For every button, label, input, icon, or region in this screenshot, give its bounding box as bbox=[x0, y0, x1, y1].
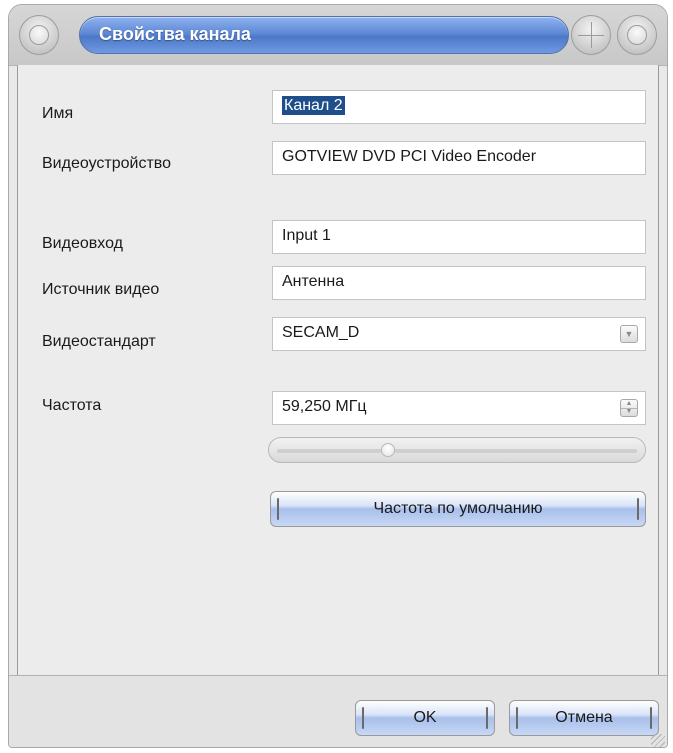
default-frequency-button[interactable]: Частота по умолчанию bbox=[270, 491, 646, 527]
name-label: Имя bbox=[42, 105, 74, 122]
dialog-body: Имя Канал 2 Видеоустройство GOTVIEW DVD … bbox=[17, 65, 659, 675]
frequency-label: Частота bbox=[42, 397, 102, 414]
video-standard-select[interactable]: SECAM_D ▼ bbox=[272, 317, 646, 351]
button-bar: OK Отмена bbox=[9, 675, 667, 747]
resize-grip-icon[interactable] bbox=[651, 734, 665, 747]
close-button[interactable] bbox=[617, 15, 657, 55]
slider-track bbox=[277, 449, 637, 453]
window-menu-icon bbox=[29, 25, 49, 45]
chevron-down-icon[interactable]: ▼ bbox=[621, 408, 637, 416]
window-menu-button[interactable] bbox=[19, 15, 59, 55]
dropdown-button[interactable]: ▼ bbox=[620, 325, 638, 343]
close-icon bbox=[627, 25, 647, 45]
slider-knob[interactable] bbox=[380, 443, 395, 457]
frequency-stepper[interactable]: ▲ ▼ bbox=[620, 399, 638, 417]
video-standard-value: SECAM_D bbox=[282, 324, 360, 341]
video-input-field[interactable]: Input 1 bbox=[272, 220, 646, 254]
chevron-down-icon: ▼ bbox=[624, 329, 634, 339]
frequency-value: 59,250 МГц bbox=[282, 398, 367, 415]
video-source-label: Источник видео bbox=[42, 281, 160, 298]
video-input-label: Видеовход bbox=[42, 235, 123, 252]
channel-properties-dialog: Свойства канала Имя Канал 2 Видеоустройс… bbox=[8, 4, 668, 748]
video-source-field[interactable]: Антенна bbox=[272, 266, 646, 300]
name-field-value: Канал 2 bbox=[282, 96, 345, 115]
ok-button[interactable]: OK bbox=[355, 700, 495, 736]
device-field[interactable]: GOTVIEW DVD PCI Video Encoder bbox=[272, 141, 646, 175]
video-standard-label: Видеостандарт bbox=[42, 333, 156, 350]
frequency-slider[interactable] bbox=[268, 437, 646, 463]
device-label: Видеоустройство bbox=[42, 155, 171, 172]
window-title: Свойства канала bbox=[99, 24, 251, 44]
cancel-button[interactable]: Отмена bbox=[509, 700, 659, 736]
move-button[interactable] bbox=[571, 15, 611, 55]
name-field[interactable]: Канал 2 bbox=[272, 90, 646, 124]
title-bar[interactable]: Свойства канала bbox=[9, 5, 667, 66]
frequency-spinbox[interactable]: 59,250 МГц ▲ ▼ bbox=[272, 391, 646, 425]
